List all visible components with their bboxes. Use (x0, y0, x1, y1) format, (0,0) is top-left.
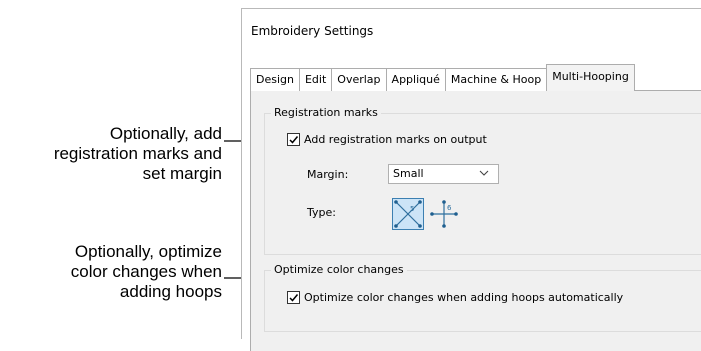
callout-line: Optionally, optimize (74, 242, 222, 261)
optimize-color-label: Optimize color changes when adding hoops… (304, 291, 624, 304)
tab-edit[interactable]: Edit (298, 68, 333, 91)
tab-design[interactable]: Design (250, 68, 300, 91)
margin-select[interactable]: Small (388, 164, 499, 184)
optimize-color-legend: Optimize color changes (271, 263, 407, 276)
callout-line: Optionally, add (109, 124, 222, 143)
registration-marks-legend: Registration marks (271, 106, 381, 119)
tab-applique[interactable]: Appliqué (385, 68, 446, 91)
callout-registration-marks: Optionally, add registration marks and s… (0, 124, 222, 184)
callout-line: color changes when (70, 262, 222, 281)
optimize-color-row[interactable]: Optimize color changes when adding hoops… (287, 291, 623, 304)
type-number: 5 (410, 205, 414, 213)
callout-line: set margin (142, 164, 222, 183)
tab-machine-hoop[interactable]: Machine & Hoop (444, 68, 548, 91)
checkmark-icon (289, 294, 299, 302)
tab-multi-hooping[interactable]: Multi-Hooping (546, 64, 635, 91)
tab-bar: Design Edit Overlap Appliqué Machine & H… (250, 64, 635, 91)
callout-optimize-color: Optionally, optimize color changes when … (0, 242, 222, 302)
checkmark-icon (289, 136, 299, 144)
dialog-title: Embroidery Settings (251, 24, 374, 38)
callout-line: adding hoops (119, 282, 222, 301)
margin-select-value: Small (393, 167, 424, 180)
margin-label: Margin: (307, 168, 349, 181)
add-registration-marks-row[interactable]: Add registration marks on output (287, 133, 487, 146)
type-number: 6 (447, 204, 452, 212)
type-label: Type: (307, 206, 336, 219)
chevron-down-icon (479, 170, 489, 176)
add-registration-marks-checkbox[interactable] (287, 133, 300, 146)
cross-diagonal-mark-icon: 5 (394, 200, 422, 228)
add-registration-marks-label: Add registration marks on output (304, 133, 487, 146)
optimize-color-checkbox[interactable] (287, 291, 300, 304)
cross-plus-mark-icon: 6 (430, 200, 458, 228)
tab-overlap[interactable]: Overlap (331, 68, 387, 91)
type-option-diagonal[interactable]: 5 (392, 198, 424, 230)
callout-line: registration marks and (53, 144, 222, 163)
type-option-plus[interactable]: 6 (428, 198, 460, 230)
